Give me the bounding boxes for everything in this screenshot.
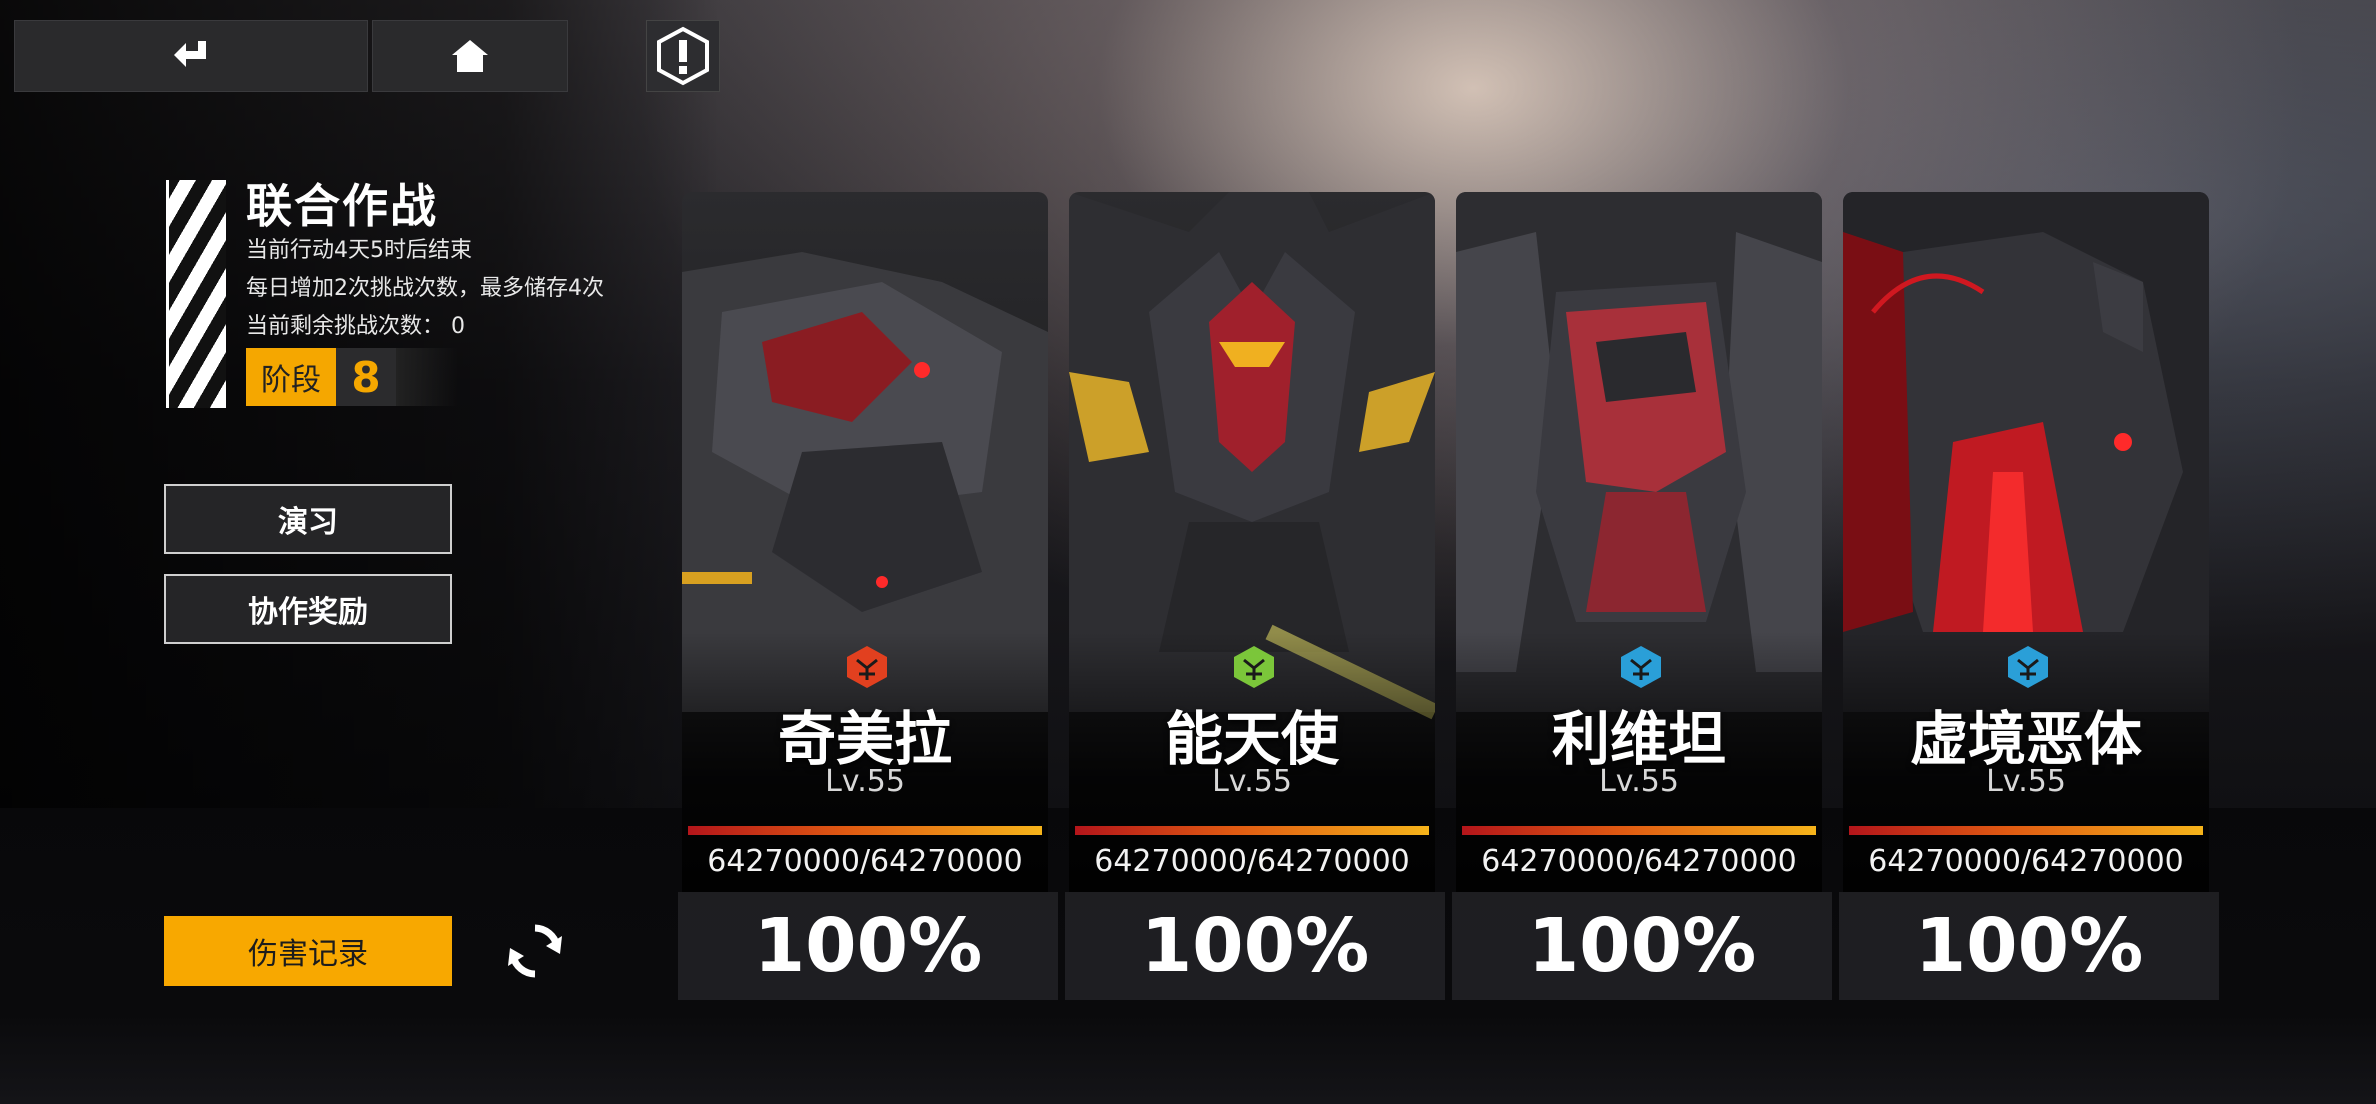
faction-emblem-icon [2008,646,2048,688]
refresh-icon[interactable] [504,920,566,982]
stage-label: 阶段 [246,348,336,406]
boss-level: Lv.55 [1986,764,2066,799]
boss-hp-bar [1849,826,2203,835]
boss-card-nightmare[interactable]: 虚境恶体 Lv.55 64270000/64270000 100% [1839,192,2219,1000]
boss-hp-text: 64270000/64270000 [1094,844,1410,879]
exclamation-hexagon-icon [657,26,709,86]
boss-hp-text: 64270000/64270000 [707,844,1023,879]
boss-hp-text: 64270000/64270000 [1481,844,1797,879]
boss-hp-percent: 100% [1065,892,1445,1000]
faction-emblem-icon [1621,646,1661,688]
boss-hp-bar [1075,826,1429,835]
faction-emblem-icon [847,646,887,688]
stage-indicator: 阶段 8 [246,348,458,406]
boss-hp-fill [688,826,1042,835]
stage-tail [396,348,458,406]
boss-card-leviathan[interactable]: 利维坦 Lv.55 64270000/64270000 100% [1452,192,1832,1000]
boss-hp-fill [1075,826,1429,835]
boss-level: Lv.55 [1212,764,1292,799]
boss-level: Lv.55 [1599,764,1679,799]
boss-hp-bar [1462,826,1816,835]
alert-button[interactable] [646,20,720,92]
return-arrow-icon [174,41,206,67]
boss-hp-percent: 100% [678,892,1058,1000]
practice-button[interactable]: 演习 [164,484,452,554]
boss-card-seraph[interactable]: 能天使 Lv.55 64270000/64270000 100% [1065,192,1445,1000]
event-time-remaining: 当前行动4天5时后结束 [246,238,472,263]
boss-art-frame: 利维坦 Lv.55 64270000/64270000 [1456,192,1822,892]
event-stripe-decoration [166,180,226,408]
back-button[interactable] [14,20,368,92]
home-icon [452,40,488,72]
boss-hp-fill [1462,826,1816,835]
event-challenges-left: 当前剩余挑战次数： 0 [246,314,465,339]
stage-value: 8 [336,348,396,406]
boss-hp-percent: 100% [1452,892,1832,1000]
boss-art-frame: 奇美拉 Lv.55 64270000/64270000 [682,192,1048,892]
faction-emblem-icon [1234,646,1274,688]
boss-level: Lv.55 [825,764,905,799]
boss-hp-percent: 100% [1839,892,2219,1000]
boss-hp-text: 64270000/64270000 [1868,844,2184,879]
damage-record-button[interactable]: 伤害记录 [164,916,452,986]
boss-hp-bar [688,826,1042,835]
home-button[interactable] [372,20,568,92]
boss-hp-fill [1849,826,2203,835]
coop-reward-button[interactable]: 协作奖励 [164,574,452,644]
boss-art-frame: 能天使 Lv.55 64270000/64270000 [1069,192,1435,892]
event-title: 联合作战 [246,179,438,233]
boss-card-chimera[interactable]: 奇美拉 Lv.55 64270000/64270000 100% [678,192,1058,1000]
event-challenge-rule: 每日增加2次挑战次数，最多储存4次 [246,276,604,301]
boss-art-frame: 虚境恶体 Lv.55 64270000/64270000 [1843,192,2209,892]
